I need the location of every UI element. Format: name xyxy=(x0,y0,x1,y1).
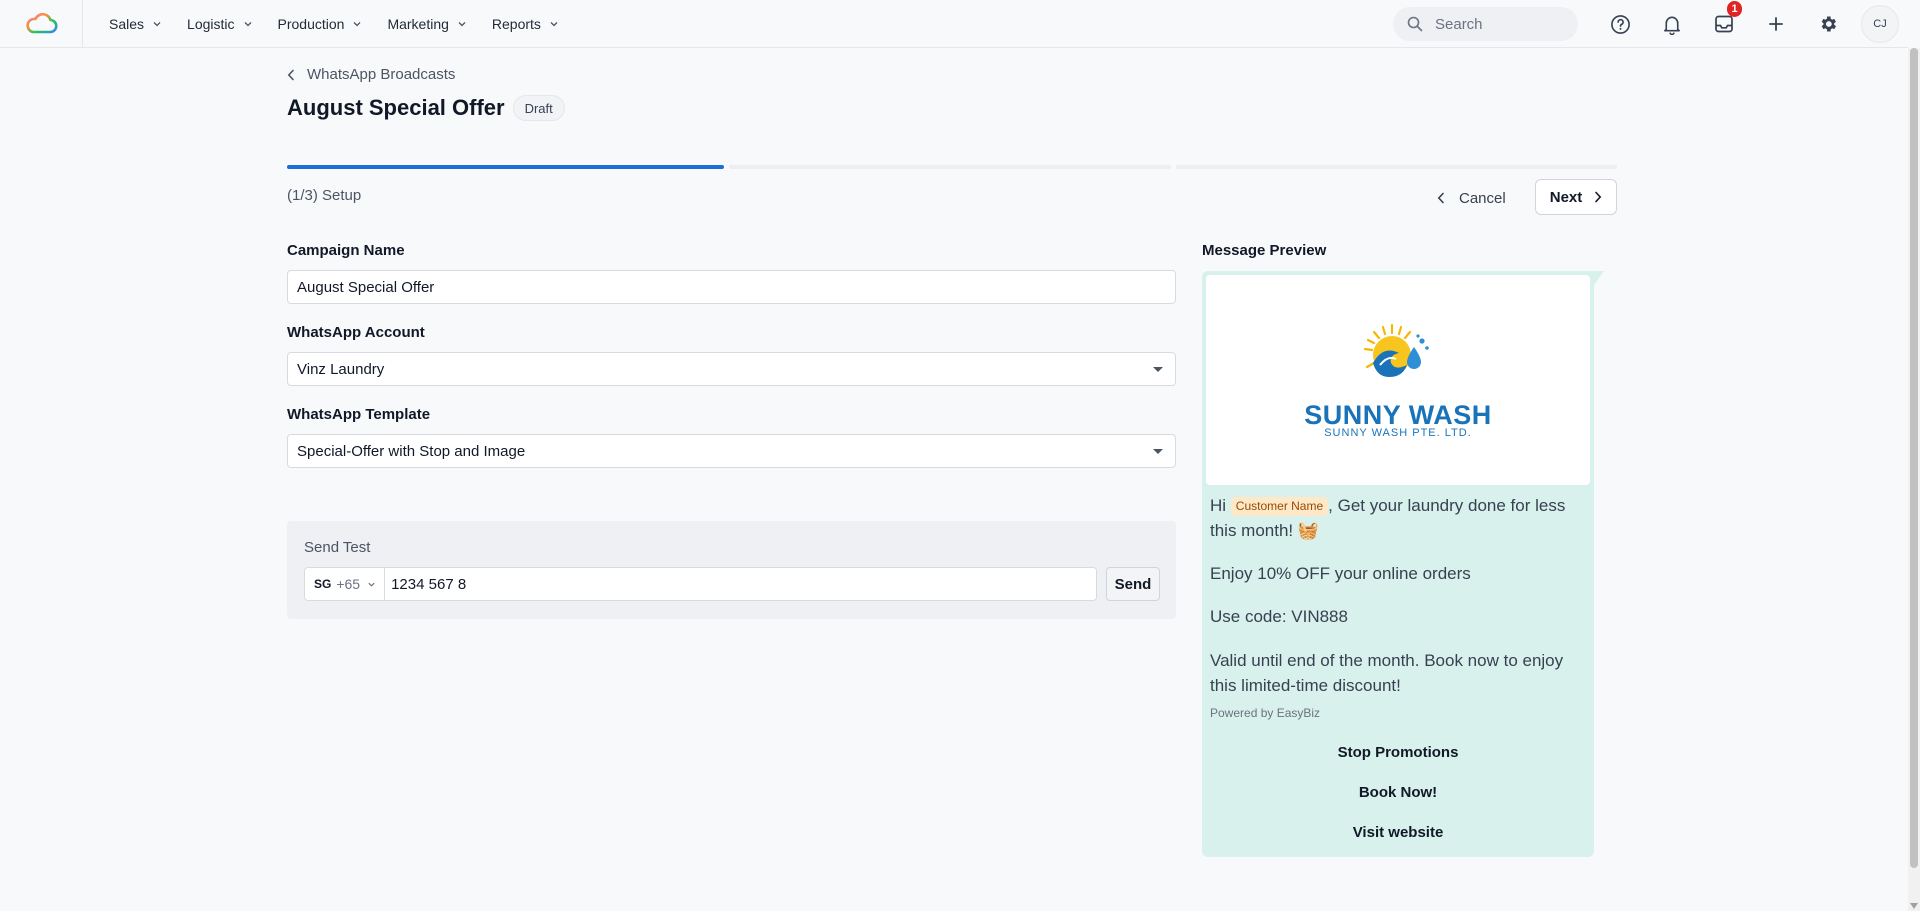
inbox-count-badge: 1 xyxy=(1727,1,1742,17)
top-navbar: Sales Logistic Production Marketing Repo… xyxy=(0,0,1908,48)
settings-button[interactable] xyxy=(1802,0,1854,48)
chevron-down-icon xyxy=(153,21,161,26)
campaign-name-label: Campaign Name xyxy=(287,242,405,259)
scrollbar-thumb[interactable] xyxy=(1910,48,1918,868)
dropdown-caret-icon xyxy=(1153,367,1163,372)
progress-step-2 xyxy=(729,165,1171,169)
campaign-name-value: August Special Offer xyxy=(297,278,435,296)
inbox-button[interactable]: 1 xyxy=(1698,0,1750,48)
breadcrumb-link[interactable]: WhatsApp Broadcasts xyxy=(307,66,455,83)
sunny-wash-logo-icon xyxy=(1363,323,1429,377)
scroll-down-arrow-icon[interactable] xyxy=(1910,903,1918,909)
nav-logistic[interactable]: Logistic xyxy=(187,16,252,32)
status-badge: Draft xyxy=(512,95,565,121)
progress-step-3 xyxy=(1176,165,1617,169)
chevron-down-icon xyxy=(353,21,361,26)
search-placeholder: Search xyxy=(1435,15,1483,33)
create-button[interactable] xyxy=(1750,0,1802,48)
whatsapp-account-label: WhatsApp Account xyxy=(287,324,425,341)
chevron-down-icon xyxy=(550,21,558,26)
send-test-label: Send Test xyxy=(304,539,371,556)
nav-label: Production xyxy=(277,15,345,32)
nav-marketing[interactable]: Marketing xyxy=(387,16,466,32)
visit-website-button[interactable]: Visit website xyxy=(1202,824,1594,841)
send-test-panel: Send Test SG +65 1234 567 8 Send xyxy=(287,521,1176,619)
nav-sales[interactable]: Sales xyxy=(109,16,162,32)
message-preview-label: Message Preview xyxy=(1202,242,1327,259)
chevron-left-icon xyxy=(287,69,294,80)
bubble-tail xyxy=(1594,271,1604,285)
whatsapp-account-select[interactable]: Vinz Laundry xyxy=(287,352,1176,386)
country-code-select[interactable]: SG +65 xyxy=(305,568,386,600)
next-button[interactable]: Next xyxy=(1535,179,1617,215)
cancel-label: Cancel xyxy=(1459,189,1506,207)
whatsapp-template-label: WhatsApp Template xyxy=(287,406,431,423)
nav-label: Sales xyxy=(109,15,145,32)
message-line-2: Enjoy 10% OFF your online orders xyxy=(1210,564,1471,583)
chevron-right-icon xyxy=(1595,191,1602,203)
message-line-3: Use code: VIN888 xyxy=(1210,607,1348,626)
brand-subtitle: SUNNY WASH PTE. LTD. xyxy=(1324,427,1472,439)
app-logo[interactable] xyxy=(0,0,83,48)
country-flag: SG xyxy=(314,577,332,591)
greeting-text: Hi xyxy=(1210,496,1227,515)
phone-number-field: SG +65 1234 567 8 xyxy=(304,567,1097,601)
search-icon xyxy=(1407,16,1423,32)
gear-icon xyxy=(1821,16,1836,32)
inbox-icon xyxy=(1715,15,1733,33)
quick-reply-stop-promotions[interactable]: Stop Promotions xyxy=(1202,744,1594,761)
plus-icon xyxy=(1769,17,1783,31)
whatsapp-account-value: Vinz Laundry xyxy=(297,360,385,378)
breadcrumb[interactable]: WhatsApp Broadcasts xyxy=(287,66,455,83)
page-scrollbar[interactable] xyxy=(1908,48,1920,911)
whatsapp-template-value: Special-Offer with Stop and Image xyxy=(297,442,526,460)
phone-number-input[interactable]: 1234 567 8 xyxy=(385,576,466,593)
user-avatar[interactable]: CJ xyxy=(1861,5,1899,43)
step-label: (1/3) Setup xyxy=(287,187,362,204)
message-preview-bubble: SUNNY WASH SUNNY WASH PTE. LTD. Hi Custo… xyxy=(1202,271,1594,857)
campaign-name-input[interactable]: August Special Offer xyxy=(287,270,1176,304)
header-image: SUNNY WASH SUNNY WASH PTE. LTD. xyxy=(1206,275,1590,485)
bell-icon xyxy=(1664,16,1680,35)
chevron-down-icon xyxy=(458,21,466,26)
message-line-4: Valid until end of the month. Book now t… xyxy=(1210,651,1564,695)
title-row: August Special Offer Draft xyxy=(287,95,565,121)
chevron-down-icon xyxy=(368,582,375,587)
chevron-left-icon xyxy=(1437,192,1444,204)
cancel-button[interactable]: Cancel xyxy=(1437,180,1506,216)
quick-reply-book-now[interactable]: Book Now! xyxy=(1202,784,1594,801)
nav-reports[interactable]: Reports xyxy=(492,16,559,32)
dropdown-caret-icon xyxy=(1153,449,1163,454)
message-line-1: Hi Customer Name, Get your laundry done … xyxy=(1210,493,1588,543)
nav-production[interactable]: Production xyxy=(278,16,363,32)
help-circle-icon xyxy=(1610,14,1630,34)
cloud-logo-icon xyxy=(26,12,58,33)
whatsapp-template-select[interactable]: Special-Offer with Stop and Image xyxy=(287,434,1176,468)
progress-step-1-complete xyxy=(287,165,724,169)
next-label: Next xyxy=(1549,188,1583,206)
nav-label: Logistic xyxy=(187,15,235,32)
notifications-button[interactable] xyxy=(1646,0,1698,48)
global-search-input[interactable]: Search xyxy=(1393,7,1578,41)
variable-chip: Customer Name xyxy=(1230,497,1329,516)
page-title: August Special Offer xyxy=(287,95,505,120)
country-code: +65 xyxy=(336,576,361,592)
chevron-down-icon xyxy=(244,21,251,26)
help-button[interactable] xyxy=(1594,0,1646,48)
main-nav: Sales Logistic Production Marketing Repo… xyxy=(109,16,584,32)
message-footer: Powered by EasyBiz xyxy=(1210,706,1321,720)
nav-label: Marketing xyxy=(387,15,449,32)
send-test-button[interactable]: Send xyxy=(1106,567,1160,601)
nav-label: Reports xyxy=(491,15,541,32)
